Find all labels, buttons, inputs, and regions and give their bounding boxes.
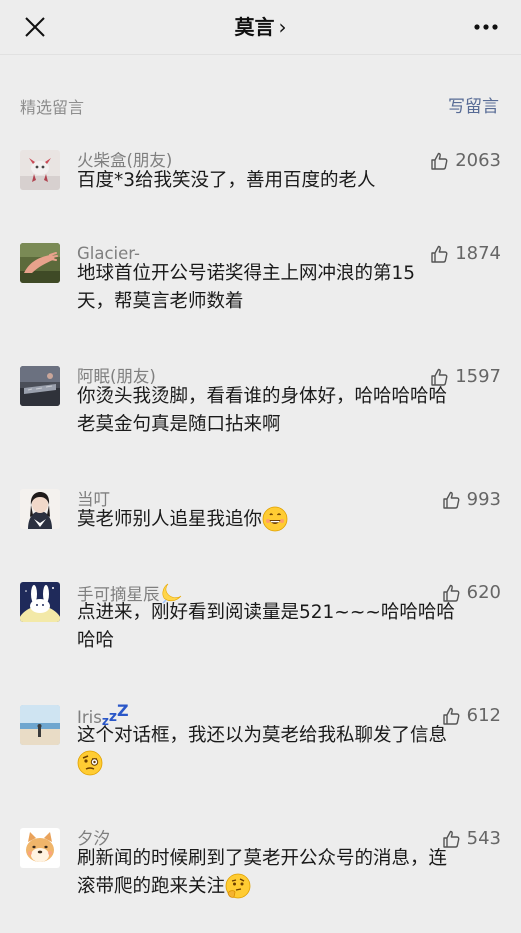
chevron-right-icon: › bbox=[278, 15, 287, 39]
comment-item: 当叮 993 莫老师别人追星我追你 bbox=[0, 489, 521, 559]
avatar[interactable] bbox=[20, 366, 60, 406]
thinking-face-emoji bbox=[225, 873, 251, 899]
avatar-image-icon bbox=[20, 366, 60, 406]
comment-text-line: 刷新闻的时候刷到了莫老开公众号的消息，连 bbox=[77, 848, 448, 869]
avatar-image-icon bbox=[20, 489, 60, 529]
comment-item: 夕汐 543 刷新闻的时候刷到了莫老开公众号的消息，连 滚带爬的跑来关注 bbox=[0, 828, 521, 918]
comment-text-line: 点进来，刚好看到阅读量是521~~~哈哈哈哈 bbox=[77, 602, 455, 623]
avatar-image-icon bbox=[20, 828, 60, 868]
avatar-image-icon bbox=[20, 150, 60, 190]
more-button[interactable] bbox=[471, 18, 501, 36]
comment-text: 百度*3给我笑没了，善用百度的老人 bbox=[77, 167, 502, 195]
avatar-image-icon bbox=[20, 705, 60, 745]
avatar[interactable] bbox=[20, 489, 60, 529]
comment-item: 手可摘星辰 620 点进来，刚好看到阅读量是521~~~哈哈哈哈 哈哈 bbox=[0, 582, 521, 672]
comment-item: IriszzZ 612 这个对话框，我还以为莫老给我私聊发了信息 bbox=[0, 703, 521, 795]
comment-text: 刷新闻的时候刷到了莫老开公众号的消息，连 滚带爬的跑来关注 bbox=[77, 845, 502, 901]
top-bar: 莫言 › bbox=[0, 0, 521, 55]
avatar[interactable] bbox=[20, 705, 60, 745]
avatar[interactable] bbox=[20, 828, 60, 868]
comment-text-line: 这个对话框，我还以为莫老给我私聊发了信息 bbox=[77, 725, 448, 746]
page-title-text: 莫言 bbox=[234, 15, 275, 39]
grinning-face-emoji bbox=[262, 506, 288, 532]
more-dots-icon bbox=[474, 24, 498, 30]
section-header: 精选留言 写留言 bbox=[0, 86, 521, 126]
comment-text-line: 地球首位开公号诺奖得主上网冲浪的第15 bbox=[77, 263, 416, 284]
comment-text: 你烫头我烫脚，看看谁的身体好，哈哈哈哈哈 老莫金句真是随口拈来啊 bbox=[77, 383, 502, 439]
raised-eyebrow-emoji bbox=[77, 750, 103, 776]
comment-text: 这个对话框，我还以为莫老给我私聊发了信息 bbox=[77, 722, 502, 778]
featured-comments-label: 精选留言 bbox=[20, 98, 85, 117]
comment-item: 阿眠(朋友) 1597 你烫头我烫脚，看看谁的身体好，哈哈哈哈哈 老莫金句真是随… bbox=[0, 366, 521, 456]
comment-text: 莫老师别人追星我追你 bbox=[77, 506, 502, 534]
comment-text-line: 莫老师别人追星我追你 bbox=[77, 509, 263, 530]
comment-text: 地球首位开公号诺奖得主上网冲浪的第15 天，帮莫言老师数着 bbox=[77, 260, 502, 316]
page-title[interactable]: 莫言 › bbox=[0, 12, 521, 42]
comment-text-line: 天，帮莫言老师数着 bbox=[77, 291, 244, 312]
avatar-image-icon bbox=[20, 582, 60, 622]
avatar[interactable] bbox=[20, 582, 60, 622]
comment-text-line: 哈哈 bbox=[77, 630, 115, 651]
avatar[interactable] bbox=[20, 243, 60, 283]
comment-text-line: 你烫头我烫脚，看看谁的身体好，哈哈哈哈哈 bbox=[77, 386, 448, 407]
comment-text-line: 滚带爬的跑来关注 bbox=[77, 876, 226, 897]
write-comment-link[interactable]: 写留言 bbox=[448, 92, 499, 117]
comment-item: Glacier- 1874 地球首位开公号诺奖得主上网冲浪的第15 天，帮莫言老… bbox=[0, 243, 521, 333]
comment-item: 火柴盒(朋友) 2063 百度*3给我笑没了，善用百度的老人 bbox=[0, 150, 521, 220]
avatar[interactable] bbox=[20, 150, 60, 190]
comment-text-line: 老莫金句真是随口拈来啊 bbox=[77, 414, 281, 435]
comment-text: 点进来，刚好看到阅读量是521~~~哈哈哈哈 哈哈 bbox=[77, 599, 502, 655]
avatar-image-icon bbox=[20, 243, 60, 283]
comment-text-line: 百度*3给我笑没了，善用百度的老人 bbox=[77, 170, 376, 191]
